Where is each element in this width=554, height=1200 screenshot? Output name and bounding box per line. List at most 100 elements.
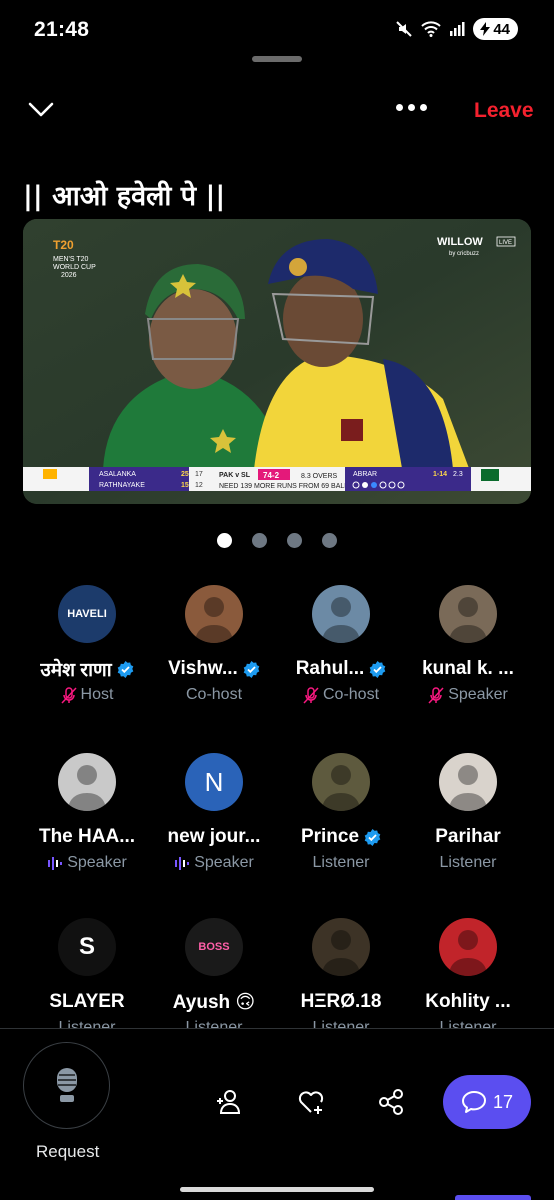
carousel-dot[interactable] — [322, 533, 337, 548]
participant-name-text: HΞRØ.18 — [300, 991, 382, 1012]
scorecard-overlay: ASALANKA RATHNAYAKE 25 15 17 12 PAK v SL… — [23, 467, 531, 491]
participant-name-text: Vishw... — [168, 658, 238, 679]
avatar[interactable] — [312, 585, 370, 643]
wifi-icon — [421, 21, 442, 37]
avatar[interactable] — [58, 753, 116, 811]
person-photo-icon — [322, 765, 360, 811]
svg-text:15: 15 — [181, 482, 189, 489]
svg-text:T20: T20 — [53, 238, 74, 252]
avatar[interactable]: N — [185, 753, 243, 811]
participant-role: Co-host — [146, 685, 282, 705]
participant[interactable]: Rahul... Co-host — [273, 585, 409, 705]
mic-muted-icon — [428, 686, 444, 704]
avatar[interactable] — [185, 585, 243, 643]
collapse-chevron-icon[interactable] — [26, 98, 56, 120]
participant-name: Rahul... — [273, 657, 409, 681]
participant-name: Ayush 🙃 — [146, 990, 282, 1014]
participant[interactable]: Vishw... Co-host — [146, 585, 282, 705]
svg-text:WILLOW: WILLOW — [437, 236, 483, 248]
carousel-dot[interactable] — [287, 533, 302, 548]
chat-bubble-icon — [461, 1091, 486, 1113]
participant[interactable]: SSLAYERListener — [19, 918, 155, 1038]
charging-icon — [480, 22, 491, 36]
participant-name: Vishw... — [146, 657, 282, 681]
participant-name: The HAA... — [19, 825, 155, 849]
participant[interactable]: BOSSAyush 🙃Listener — [146, 918, 282, 1038]
participant-role-text: Listener — [312, 854, 370, 871]
avatar[interactable] — [439, 753, 497, 811]
microphone-icon — [56, 1067, 77, 1102]
status-icons: 44 — [395, 18, 518, 40]
participant-name-text: Prince — [300, 826, 360, 847]
participant-name-text: The HAA... — [38, 826, 136, 847]
person-photo-icon — [322, 597, 360, 643]
verified-badge-icon — [370, 660, 386, 678]
person-photo-icon — [68, 765, 106, 811]
participant-name: Prince — [273, 825, 409, 849]
speaking-waveform-icon — [175, 856, 190, 870]
mute-notifications-icon — [396, 21, 413, 37]
avatar[interactable] — [312, 753, 370, 811]
svg-text:NEED 139 MORE RUNS FROM 69 BAL: NEED 139 MORE RUNS FROM 69 BALLS — [219, 483, 353, 490]
person-photo-icon — [449, 930, 487, 976]
live-video-player[interactable]: T20 MEN'S T20 WORLD CUP 2026 WILLOW LIVE… — [23, 219, 531, 504]
mic-muted-icon — [60, 686, 77, 704]
svg-text:2026: 2026 — [61, 272, 77, 279]
people-icon[interactable] — [214, 1087, 244, 1117]
svg-text:74-2: 74-2 — [263, 471, 280, 480]
participant-name: Kohlity ... — [400, 990, 536, 1014]
request-mic-button[interactable] — [23, 1042, 110, 1129]
participant-role: Listener — [400, 853, 536, 873]
request-label: Request — [36, 1142, 100, 1161]
status-bar: 21:48 44 — [0, 0, 554, 60]
avatar[interactable]: HAVELI — [58, 585, 116, 643]
leave-button[interactable]: Leave — [474, 99, 534, 123]
speaking-waveform-icon — [48, 856, 63, 870]
battery-indicator: 44 — [473, 18, 518, 40]
mic-muted-icon — [303, 686, 319, 704]
avatar[interactable] — [439, 918, 497, 976]
share-icon[interactable] — [376, 1087, 406, 1117]
svg-text:17: 17 — [195, 471, 203, 478]
more-options-icon[interactable] — [396, 104, 427, 111]
svg-text:WORLD CUP: WORLD CUP — [53, 264, 96, 271]
sheet-grabber[interactable] — [252, 56, 302, 62]
participant-name-text: Kohlity ... — [425, 991, 511, 1012]
heart-add-icon[interactable] — [296, 1087, 326, 1117]
home-indicator[interactable] — [180, 1187, 374, 1192]
participant-role-text: Co-host — [322, 686, 380, 703]
participant[interactable]: Kohlity ...Listener — [400, 918, 536, 1038]
carousel-dot[interactable] — [252, 533, 267, 548]
participant-name: HΞRØ.18 — [273, 990, 409, 1014]
participant-name-text: Ayush 🙃 — [172, 991, 256, 1013]
svg-text:RATHNAYAKE: RATHNAYAKE — [99, 482, 145, 489]
participant[interactable]: The HAA... Speaker — [19, 753, 155, 873]
carousel-dot[interactable] — [217, 533, 232, 548]
chat-button[interactable]: 17 — [443, 1075, 531, 1129]
participant-role: Speaker — [400, 685, 536, 705]
participant-role-text: Speaker — [448, 686, 508, 703]
participant-name-text: kunal k. ... — [422, 658, 514, 679]
participant-role-text: Speaker — [67, 854, 127, 871]
participant[interactable]: kunal k. ... Speaker — [400, 585, 536, 705]
verified-badge-icon — [243, 660, 260, 678]
person-photo-icon — [322, 930, 360, 976]
participant[interactable]: Prince Listener — [273, 753, 409, 873]
video-frame: T20 MEN'S T20 WORLD CUP 2026 WILLOW LIVE… — [23, 219, 531, 504]
person-photo-icon — [449, 765, 487, 811]
avatar[interactable]: S — [58, 918, 116, 976]
participant-role: Speaker — [146, 853, 282, 873]
svg-text:8.3 OVERS: 8.3 OVERS — [301, 473, 338, 480]
participant-role-text: Co-host — [185, 686, 243, 703]
participant[interactable]: Parihar Listener — [400, 753, 536, 873]
participant[interactable]: Nnew jour... Speaker — [146, 753, 282, 873]
participant-name: उमेश राणा — [19, 657, 155, 681]
space-title: || आओ हवेली पे || — [23, 181, 226, 212]
participant[interactable]: HAVELI उमेश राणा Host — [19, 585, 155, 705]
avatar[interactable] — [439, 585, 497, 643]
svg-text:2.3: 2.3 — [453, 471, 463, 478]
avatar[interactable]: BOSS — [185, 918, 243, 976]
battery-level: 44 — [493, 20, 510, 38]
avatar[interactable] — [312, 918, 370, 976]
participant[interactable]: HΞRØ.18Listener — [273, 918, 409, 1038]
